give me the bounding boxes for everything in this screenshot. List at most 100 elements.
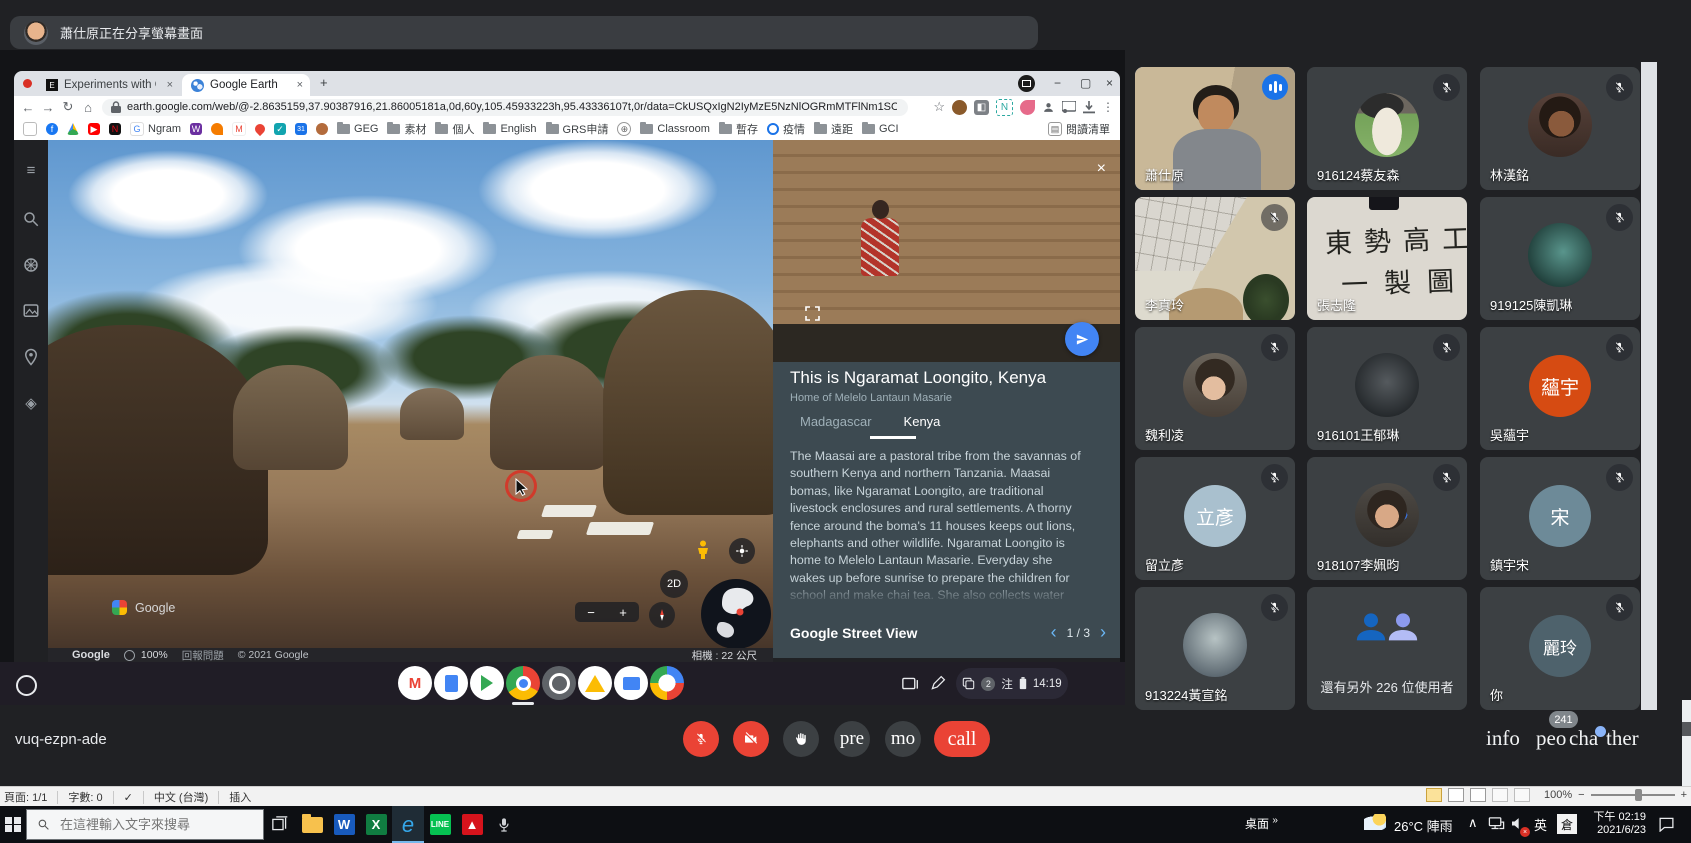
participant-tile[interactable]: 魏利凌: [1135, 327, 1295, 450]
close-window-button[interactable]: ×: [1106, 76, 1113, 90]
globe-overview-button[interactable]: [700, 578, 772, 648]
reload-icon[interactable]: ↻: [58, 99, 78, 115]
chrome-icon[interactable]: [506, 666, 540, 700]
participant-tile[interactable]: 立彥 留立彥: [1135, 457, 1295, 580]
extension-pink-icon[interactable]: [1020, 100, 1035, 115]
bookmark-ngram[interactable]: GNgram: [130, 122, 181, 136]
word-insert-mode[interactable]: 插入: [219, 791, 261, 804]
mic-toggle-button[interactable]: [683, 721, 719, 757]
participant-tile[interactable]: 東勢高工 一製圖 張志隆: [1307, 197, 1467, 320]
docs-icon[interactable]: [434, 666, 468, 700]
drive-icon[interactable]: [578, 666, 612, 700]
bookmark-yiqing[interactable]: 疫情: [767, 121, 805, 137]
close-card-icon[interactable]: ×: [1097, 160, 1106, 178]
zoom-in-icon[interactable]: +: [619, 605, 627, 620]
launcher-icon[interactable]: [16, 675, 37, 696]
zoom-in-icon[interactable]: +: [1681, 789, 1687, 801]
forward-icon[interactable]: →: [38, 100, 58, 115]
participant-tile-you[interactable]: 麗玲 你: [1480, 587, 1640, 710]
voyager-icon[interactable]: [22, 256, 40, 274]
2d-mode-button[interactable]: 2D: [660, 570, 688, 598]
close-tab-icon[interactable]: ×: [297, 79, 303, 91]
profile-icon[interactable]: [1042, 101, 1055, 114]
bookmark-folder-grs[interactable]: GRS申請: [546, 121, 609, 137]
report-problem-link[interactable]: 回報問題: [182, 648, 224, 663]
action-center-icon[interactable]: [1658, 816, 1675, 832]
search-input[interactable]: [58, 816, 242, 833]
bookmark-gmail-icon[interactable]: M: [232, 122, 246, 136]
word-word-count[interactable]: 字數: 0: [58, 791, 113, 804]
task-view-button[interactable]: [264, 806, 296, 843]
participant-tile[interactable]: 916101王郁琳: [1307, 327, 1467, 450]
zoom-out-icon[interactable]: −: [1578, 789, 1584, 801]
line-app-icon[interactable]: LINE: [424, 806, 456, 843]
word-page-count[interactable]: 頁面: 1/1: [0, 791, 58, 804]
overflow-participants-tile[interactable]: 還有另外 226 位使用者: [1307, 587, 1467, 710]
photos-icon[interactable]: [22, 302, 40, 320]
canvas-icon[interactable]: [650, 666, 684, 700]
street-view-photo[interactable]: Google 2D − +: [48, 140, 773, 648]
maximize-window-button[interactable]: ▢: [1080, 76, 1091, 90]
people-button[interactable]: peo: [1536, 726, 1566, 751]
tray-expand-icon[interactable]: ∧: [1468, 815, 1478, 831]
status-tray[interactable]: 2 注 14:19: [956, 668, 1068, 699]
stylus-icon[interactable]: [930, 675, 946, 691]
zoom-control[interactable]: − +: [575, 602, 639, 622]
close-tab-icon[interactable]: ×: [167, 79, 173, 91]
zoom-slider[interactable]: [1591, 794, 1675, 796]
bookmark-folder-yuanju[interactable]: 遠距: [814, 121, 853, 137]
bookmark-netflix-icon[interactable]: N: [109, 123, 121, 135]
other-button[interactable]: ther: [1606, 726, 1639, 751]
extension-chat-icon[interactable]: ◧: [974, 100, 989, 115]
share-button[interactable]: [1065, 322, 1099, 356]
bookmark-misc-icon[interactable]: [316, 123, 328, 135]
pin-icon[interactable]: [22, 348, 40, 366]
word-icon[interactable]: W: [328, 806, 360, 843]
more-options-button[interactable]: mo: [885, 721, 921, 757]
prev-page-icon[interactable]: ‹: [1051, 622, 1057, 643]
input-language[interactable]: 英: [1534, 815, 1547, 834]
participant-tile[interactable]: 林漢銘: [1480, 67, 1640, 190]
meeting-details-button[interactable]: info: [1486, 726, 1520, 751]
bookmark-check-icon[interactable]: ✓: [274, 123, 286, 135]
settings-icon[interactable]: [542, 666, 576, 700]
bookmark-folder-zancun[interactable]: 暫存: [719, 121, 758, 137]
reading-list-button[interactable]: ▤閱讀清單: [1048, 121, 1110, 137]
my-location-icon[interactable]: [729, 538, 755, 564]
print-layout-icon[interactable]: [1448, 788, 1464, 802]
taskbar-search[interactable]: [26, 809, 264, 840]
new-tab-button[interactable]: +: [320, 75, 328, 90]
tab-kenya[interactable]: Kenya: [904, 414, 941, 429]
bookmark-page-icon[interactable]: [23, 122, 37, 136]
outline-view-icon[interactable]: [1492, 788, 1508, 802]
bookmark-folder-classroom[interactable]: Classroom: [640, 123, 710, 135]
participant-tile[interactable]: 913224黃宣銘: [1135, 587, 1295, 710]
network-icon[interactable]: [1488, 816, 1505, 831]
raise-hand-button[interactable]: [783, 721, 819, 757]
cast-icon[interactable]: [1062, 101, 1076, 113]
participant-tile[interactable]: 宋 鎮宇宋: [1480, 457, 1640, 580]
bookmark-folder-sucai[interactable]: 素材: [387, 121, 426, 137]
bookmark-youtube-icon[interactable]: ▶: [88, 123, 100, 135]
tab-madagascar[interactable]: Madagascar: [800, 414, 872, 429]
bookmark-globe-icon[interactable]: ⊕: [617, 122, 631, 136]
zoom-out-icon[interactable]: −: [587, 605, 595, 620]
file-explorer-icon[interactable]: [296, 806, 328, 843]
desktop-toolbar[interactable]: 桌面 »: [1245, 815, 1278, 832]
acrobat-icon[interactable]: ▲: [456, 806, 488, 843]
bookmark-folder-geren[interactable]: 個人: [435, 121, 474, 137]
bookmark-maps-pin-icon[interactable]: [255, 124, 265, 134]
chat-button[interactable]: cha: [1569, 726, 1598, 751]
participant-tile-self[interactable]: 蕭仕原: [1135, 67, 1295, 190]
excel-icon[interactable]: X: [360, 806, 392, 843]
compass-icon[interactable]: [649, 602, 675, 628]
taskbar-clock[interactable]: 下午 02:19 2021/6/23: [1586, 811, 1646, 837]
search-icon[interactable]: [22, 210, 40, 228]
draft-view-icon[interactable]: [1514, 788, 1530, 802]
bookmark-facebook-icon[interactable]: f: [46, 123, 58, 135]
download-icon[interactable]: [1083, 101, 1095, 114]
play-store-icon[interactable]: [470, 666, 504, 700]
bookmark-folder-english[interactable]: English: [483, 123, 536, 135]
weather-icon[interactable]: [1364, 814, 1386, 830]
start-button[interactable]: [0, 806, 26, 843]
